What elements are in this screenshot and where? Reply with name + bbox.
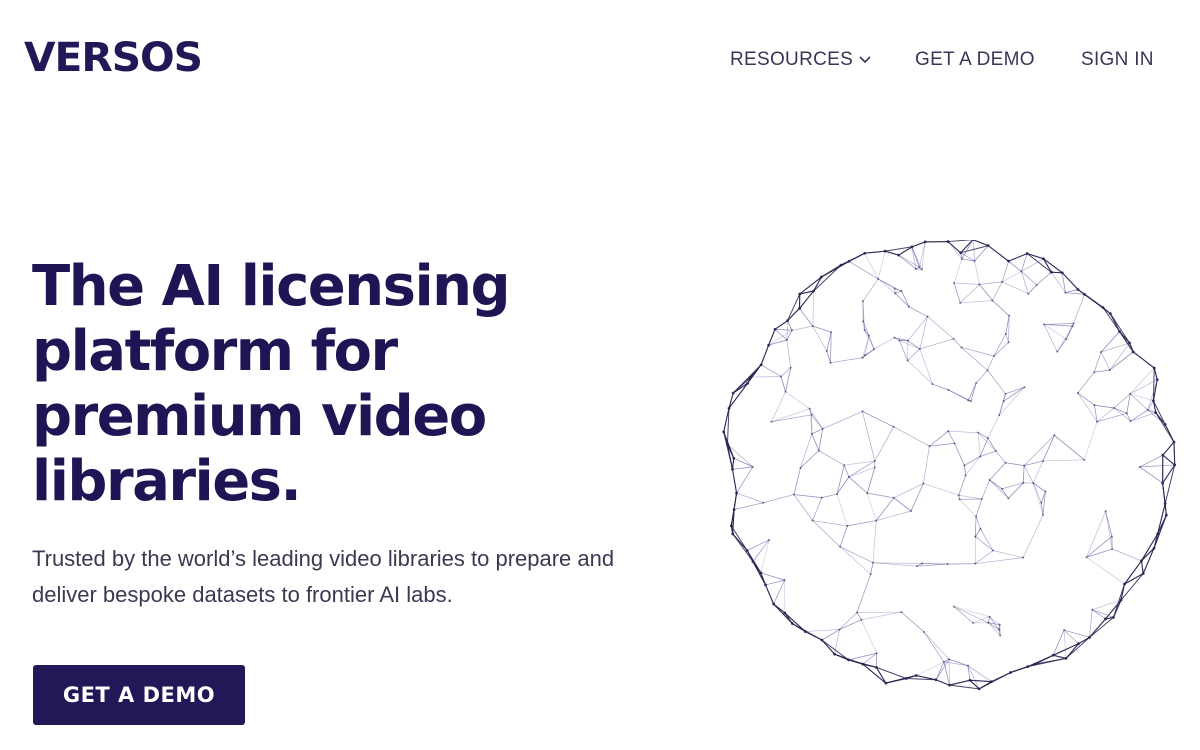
globe-network-lines (723, 240, 1176, 690)
nav-get-a-demo[interactable]: GET A DEMO (915, 46, 1035, 74)
nav-resources-label: RESOURCES (730, 49, 854, 70)
hero-title: The AI licensing platform for premium vi… (32, 254, 511, 514)
hero-subtitle: Trusted by the world’s leading video lib… (32, 546, 615, 607)
logo-text: VERSOS (24, 36, 202, 76)
get-a-demo-button[interactable]: GET A DEMO (33, 665, 245, 725)
nav-resources[interactable]: RESOURCES (730, 46, 871, 74)
versos-logo[interactable]: VERSOS (24, 36, 204, 76)
globe-network-nodes (722, 240, 1177, 691)
nav-sign-in[interactable]: SIGN IN (1081, 46, 1154, 74)
chevron-down-icon (859, 56, 871, 64)
network-globe-image (722, 240, 1177, 691)
